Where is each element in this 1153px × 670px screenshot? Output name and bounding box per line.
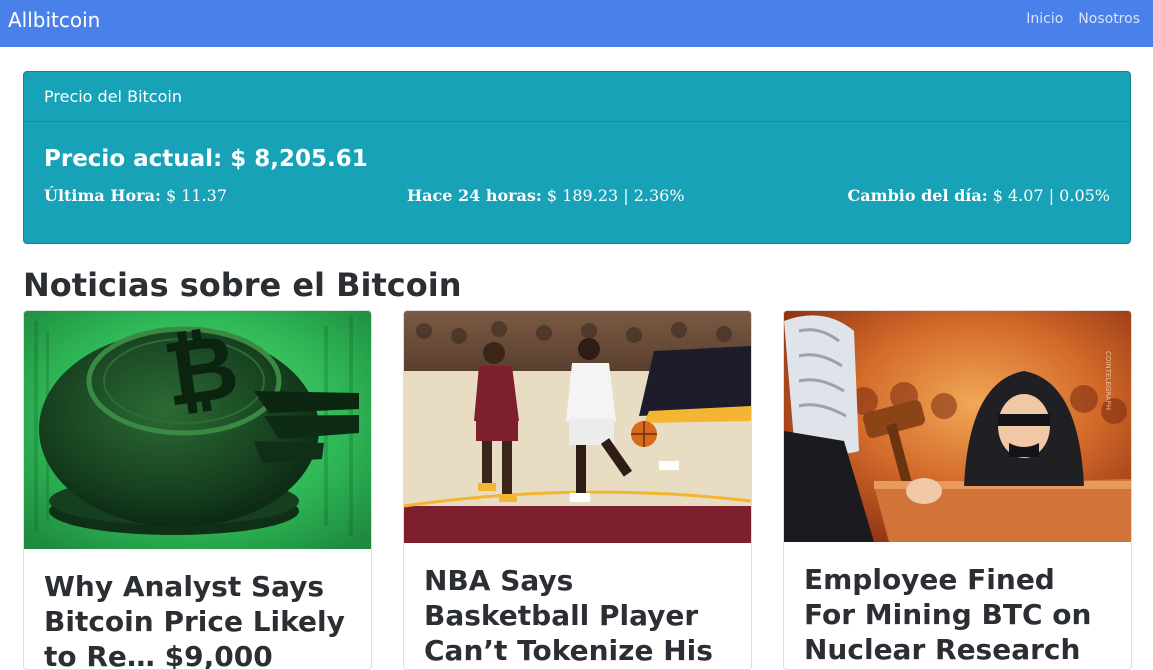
news-card[interactable]: COINTELEGRAPH Employee Fined For Mining … [783,310,1132,670]
day-change-label: Cambio del día: [847,186,988,205]
last-hour-stat: Última Hora: $ 11.37 [44,186,227,206]
nav-links: Inicio Nosotros [1026,10,1140,28]
last-hour-value: $ 11.37 [165,186,228,205]
last-24h-label: Hace 24 horas: [407,186,542,205]
brand-link[interactable]: Allbitcoin [8,7,100,33]
current-price: Precio actual: $ 8,205.61 [44,145,368,173]
svg-text:COINTELEGRAPH: COINTELEGRAPH [1104,351,1112,410]
current-price-value: $ 8,205.61 [230,146,368,172]
article-image-basketball[interactable] [404,311,751,543]
article-title[interactable]: Employee Fined For Mining BTC on Nuclear… [784,542,1131,667]
article-image-bitcoin[interactable]: ₿ [24,311,371,549]
current-price-label: Precio actual: [44,146,223,172]
last-24h-value: $ 189.23 | 2.36% [546,186,685,205]
svg-text:₿: ₿ [157,314,244,428]
day-change-value: $ 4.07 | 0.05% [992,186,1110,205]
news-card[interactable]: ₿ Why Analyst Says Bitcoin Price Likely … [23,310,372,670]
day-change-stat: Cambio del día: $ 4.07 | 0.05% [848,186,1110,206]
nav-link-inicio[interactable]: Inicio [1026,10,1063,28]
news-heading: Noticias sobre el Bitcoin [23,266,462,304]
last-hour-label: Última Hora: [44,186,161,205]
navbar: Allbitcoin Inicio Nosotros [0,0,1153,47]
article-title[interactable]: NBA Says Basketball Player Can’t Tokeniz… [404,543,751,669]
last-24h-stat: Hace 24 horas: $ 189.23 | 2.36% [407,186,685,206]
nav-link-nosotros[interactable]: Nosotros [1078,10,1140,28]
news-card[interactable]: NBA Says Basketball Player Can’t Tokeniz… [403,310,752,670]
article-title[interactable]: Why Analyst Says Bitcoin Price Likely to… [24,549,371,669]
price-card-header: Precio del Bitcoin [24,72,1130,122]
bitcoin-price-card: Precio del Bitcoin Precio actual: $ 8,20… [23,71,1131,244]
article-image-judge[interactable]: COINTELEGRAPH [784,311,1131,542]
